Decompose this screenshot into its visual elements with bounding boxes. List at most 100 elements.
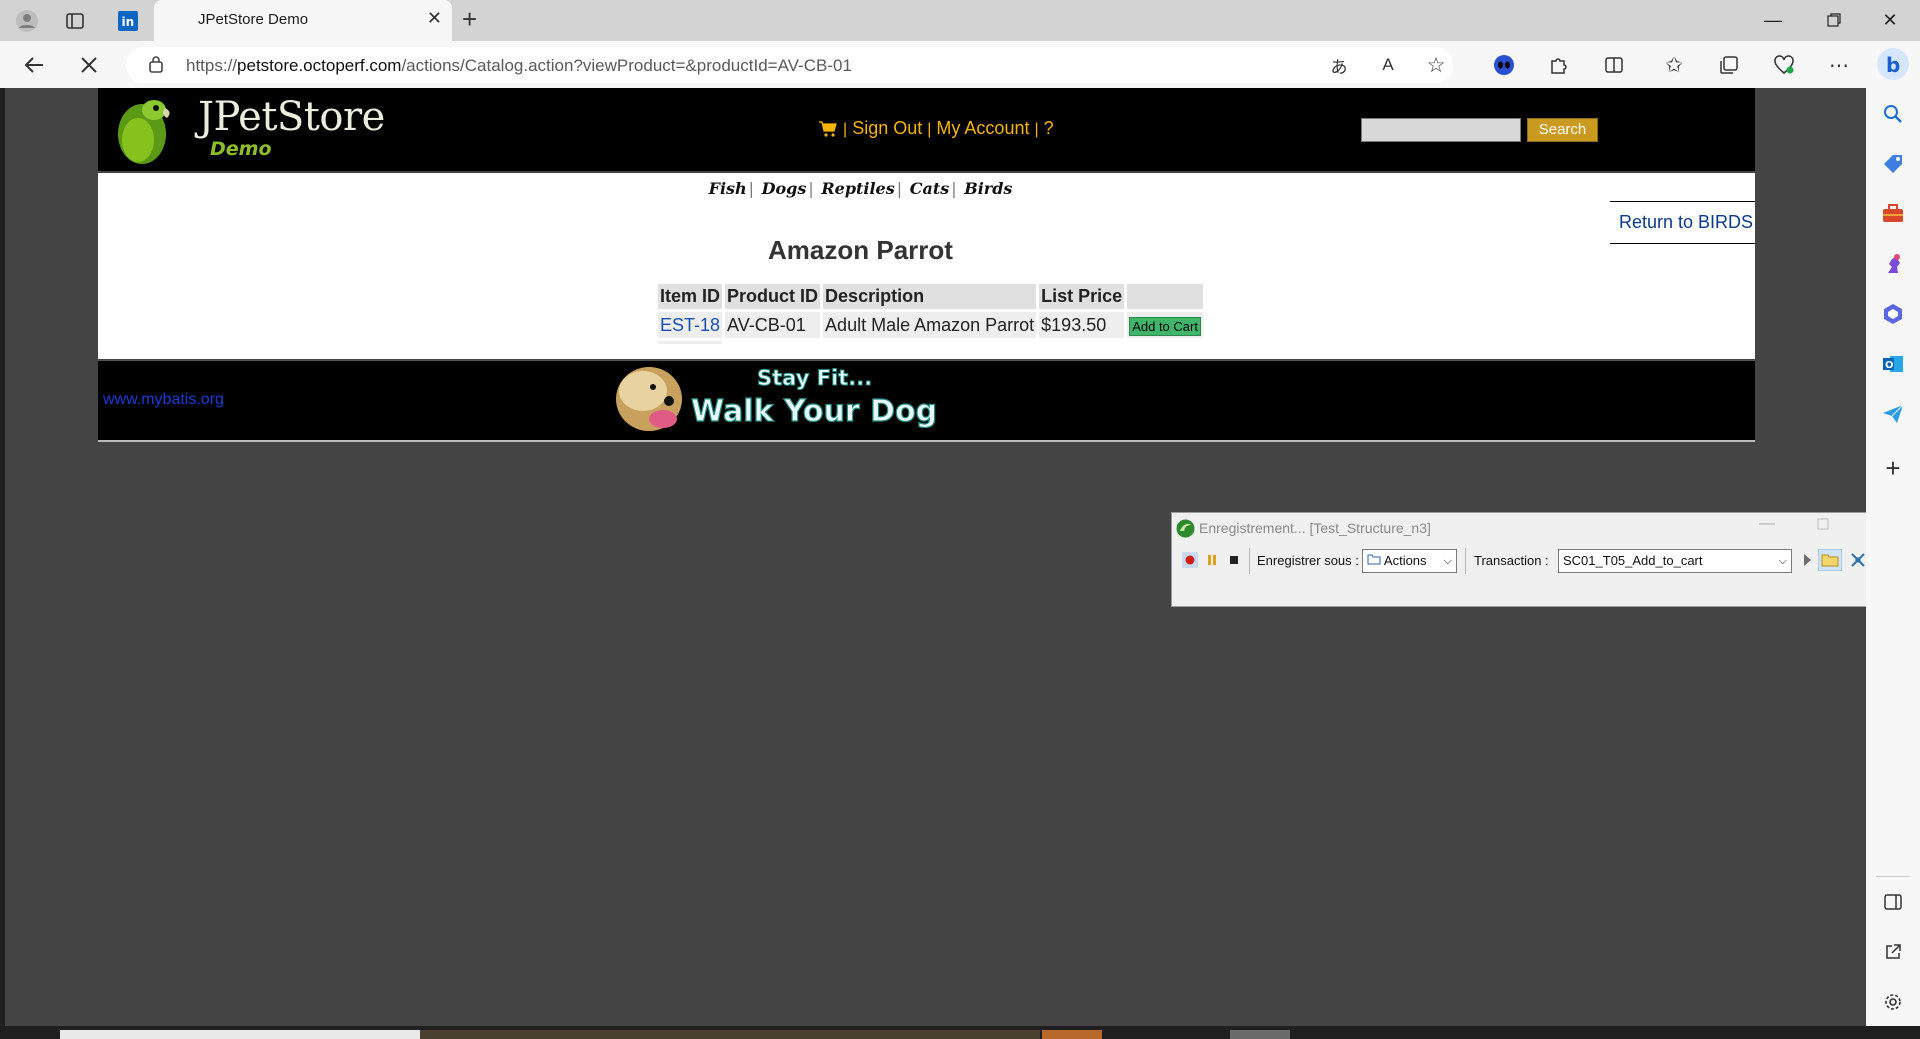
save-as-value: Actions — [1383, 553, 1427, 568]
taskbar-app-button[interactable] — [1042, 1030, 1102, 1039]
lock-icon[interactable] — [148, 55, 164, 78]
taskbar-app-button[interactable] — [1230, 1030, 1290, 1039]
tab-bar: in JPetStore Demo ✕ + — ✕ — [0, 0, 1920, 41]
category-link-reptiles[interactable]: Reptiles — [821, 179, 894, 198]
outlook-icon[interactable]: O — [1879, 350, 1907, 378]
category-link-dogs[interactable]: Dogs — [762, 179, 807, 198]
save-as-select[interactable]: Actions ⌵ — [1362, 549, 1457, 573]
category-separator: | — [748, 179, 755, 198]
read-aloud-icon[interactable]: A — [1375, 52, 1401, 78]
split-screen-icon[interactable] — [1601, 52, 1627, 78]
category-link-cats[interactable]: Cats — [910, 179, 950, 198]
restore-icon[interactable] — [1806, 4, 1862, 36]
recorder-window: Enregistrement... [Test_Structure_n3] — … — [1171, 512, 1915, 607]
favorites-icon[interactable]: ✩ — [1661, 52, 1687, 78]
category-link-fish[interactable]: Fish — [709, 179, 747, 198]
banner-line-1: Stay Fit... — [757, 366, 872, 390]
tab-jpetstore[interactable]: JPetStore Demo ✕ — [154, 0, 452, 41]
category-separator: | — [896, 179, 903, 198]
site-footer: www.mybatis.org Stay Fit... Walk Your Do… — [98, 360, 1755, 442]
svg-text:b: b — [1886, 53, 1900, 77]
new-tab-icon[interactable]: + — [462, 6, 477, 32]
minimize-icon[interactable]: — — [1745, 4, 1801, 36]
edge-sidebar: O + — [1866, 88, 1920, 1028]
settings-more-icon[interactable]: ⋯ — [1826, 52, 1852, 78]
add-to-cart-button[interactable]: Add to Cart — [1129, 316, 1201, 336]
sidebar-settings-gear-icon[interactable] — [1879, 988, 1907, 1016]
translate-icon[interactable]: あ — [1326, 52, 1352, 78]
stop-loading-icon[interactable] — [76, 52, 102, 78]
search-icon[interactable] — [1879, 100, 1907, 128]
toolbar-divider — [1465, 548, 1466, 574]
games-chess-icon[interactable] — [1879, 250, 1907, 278]
open-external-icon[interactable] — [1879, 938, 1907, 966]
sign-out-link[interactable]: Sign Out — [852, 118, 922, 138]
open-folder-icon[interactable] — [1817, 548, 1843, 572]
cart-icon[interactable] — [818, 120, 838, 143]
item-id-cell[interactable]: EST-18 — [658, 312, 723, 338]
linkedin-icon[interactable]: in — [115, 8, 141, 34]
tab-actions-icon[interactable] — [62, 8, 88, 34]
tools-briefcase-icon[interactable] — [1879, 200, 1907, 228]
collections-icon[interactable] — [1716, 52, 1742, 78]
stop-icon[interactable] — [1226, 552, 1242, 568]
mybatis-link[interactable]: www.mybatis.org — [103, 391, 224, 409]
site-header: JPetStore Demo | Sign Out | My Account |… — [98, 88, 1755, 171]
url-input[interactable]: https://petstore.octoperf.com/actions/Ca… — [126, 47, 1453, 83]
filter-icon[interactable] — [1850, 552, 1866, 568]
extensions-puzzle-icon[interactable] — [1546, 52, 1572, 78]
favorite-star-icon[interactable]: ☆ — [1423, 52, 1449, 78]
recorder-app-icon — [1176, 519, 1195, 543]
search-input[interactable] — [1361, 118, 1521, 142]
add-sidebar-app-icon[interactable]: + — [1879, 453, 1907, 483]
description-cell: Adult Male Amazon Parrot — [823, 312, 1037, 338]
svg-text:in: in — [122, 15, 135, 29]
profile-icon[interactable] — [14, 8, 40, 34]
table-header-row: Item ID Product ID Description List Pric… — [658, 284, 1203, 309]
price-cell: $193.50 — [1039, 312, 1125, 338]
record-icon[interactable] — [1182, 552, 1198, 568]
recorder-minimize-icon[interactable]: — — [1759, 515, 1775, 533]
next-arrow-icon[interactable] — [1799, 552, 1815, 568]
product-id-cell: AV-CB-01 — [725, 312, 821, 338]
pause-icon[interactable] — [1204, 552, 1220, 568]
table-row: EST-18 AV-CB-01 Adult Male Amazon Parrot… — [658, 312, 1203, 338]
catalog-content: Fish | Dogs | Reptiles | Cats | Birds Return… — [98, 173, 1755, 359]
taskbar-background-strip — [420, 1030, 1040, 1039]
column-header-description: Description — [823, 284, 1037, 309]
microsoft-365-icon[interactable] — [1879, 300, 1907, 328]
sidebar-divider — [1876, 876, 1910, 877]
item-table: Item ID Product ID Description List Pric… — [655, 281, 1206, 347]
my-account-link[interactable]: My Account — [936, 118, 1029, 138]
category-link-birds[interactable]: Birds — [964, 179, 1012, 198]
column-header-list-price: List Price — [1039, 284, 1125, 309]
banner-line-2: Walk Your Dog! — [691, 394, 937, 429]
logo-title: JPetStore — [198, 94, 385, 140]
help-link[interactable]: ? — [1044, 118, 1054, 138]
return-to-birds-link[interactable]: Return to BIRDS — [1610, 201, 1755, 244]
bing-copilot-icon[interactable]: b — [1876, 47, 1910, 81]
product-title: Amazon Parrot — [768, 235, 953, 265]
recorder-maximize-icon[interactable] — [1817, 517, 1829, 535]
table-spacer-cell — [1127, 341, 1203, 344]
send-telegram-icon[interactable] — [1879, 400, 1907, 428]
category-separator: | — [951, 179, 957, 198]
jpetstore-logo[interactable]: JPetStore Demo — [110, 92, 385, 166]
column-header-product-id: Product ID — [725, 284, 821, 309]
search-button[interactable]: Search — [1527, 118, 1598, 142]
tab-title: JPetStore Demo — [198, 11, 309, 28]
close-icon[interactable]: ✕ — [427, 8, 442, 29]
category-separator: | — [808, 179, 814, 198]
table-spacer-cell — [823, 341, 1036, 344]
taskbar-window-thumbnail[interactable] — [60, 1030, 420, 1039]
item-id-link[interactable]: EST-18 — [660, 315, 720, 335]
address-bar-row: https://petstore.octoperf.com/actions/Ca… — [0, 41, 1920, 88]
transaction-select[interactable]: SC01_T05_Add_to_cart ⌵ — [1558, 549, 1792, 573]
walk-your-dog-banner: Stay Fit... Walk Your Dog! — [607, 361, 937, 439]
performance-heart-icon[interactable] — [1771, 52, 1797, 78]
back-icon[interactable] — [21, 52, 47, 78]
shopping-tag-icon[interactable] — [1879, 150, 1907, 178]
window-close-icon[interactable]: ✕ — [1862, 4, 1918, 36]
extension-alien-icon[interactable] — [1491, 52, 1517, 78]
hide-sidebar-icon[interactable] — [1879, 888, 1907, 916]
